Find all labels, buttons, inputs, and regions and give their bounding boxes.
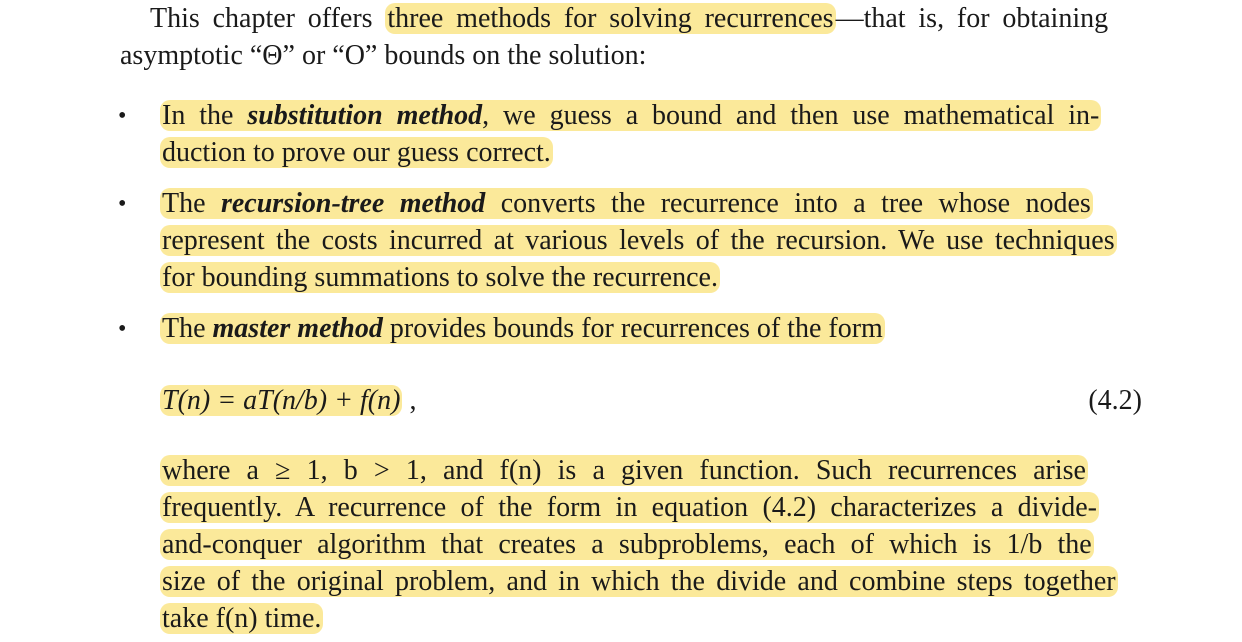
highlight: represent the costs incurred at various … bbox=[160, 225, 1117, 256]
highlight: duction to prove our guess correct. bbox=[160, 137, 553, 168]
master-line-4: and-conquer algorithm that creates a sub… bbox=[160, 528, 1094, 562]
intro-text: This chapter offers bbox=[150, 3, 386, 34]
master-line-1: The master method provides bounds for re… bbox=[160, 312, 885, 346]
recursion-tree-line-1: The recursion-tree method converts the r… bbox=[160, 187, 1093, 221]
substitution-line-1: In the substitution method, we guess a b… bbox=[160, 99, 1102, 133]
term-master-method: master method bbox=[212, 313, 383, 344]
highlight: where a ≥ 1, b > 1, and f(n) is a given … bbox=[160, 455, 1088, 486]
equation-text: T(n) = aT(n/b) + f(n) bbox=[160, 385, 403, 416]
equation-number: (4.2) bbox=[1088, 385, 1142, 416]
term-recursion-tree-method: recursion-tree method bbox=[220, 188, 486, 219]
master-line-5: size of the original problem, and in whi… bbox=[160, 565, 1118, 599]
equation-tail: , bbox=[402, 385, 417, 416]
recursion-tree-line-2: represent the costs incurred at various … bbox=[160, 224, 1117, 258]
bullet-icon: • bbox=[118, 191, 127, 217]
highlight: The master method provides bounds for re… bbox=[160, 313, 885, 344]
master-line-2: where a ≥ 1, b > 1, and f(n) is a given … bbox=[160, 454, 1088, 488]
textbook-page: This chapter offers three methods for so… bbox=[0, 0, 1242, 642]
intro-line-1: This chapter offers three methods for so… bbox=[150, 2, 1108, 36]
master-line-3: frequently. A recurrence of the form in … bbox=[160, 491, 1099, 525]
intro-line-2: asymptotic “Θ” or “O” bounds on the solu… bbox=[120, 40, 647, 71]
highlight: and-conquer algorithm that creates a sub… bbox=[160, 529, 1094, 560]
intro-text: —that is, for obtaining bbox=[835, 3, 1109, 34]
master-line-6: take f(n) time. bbox=[160, 602, 324, 636]
highlight: take f(n) time. bbox=[160, 603, 324, 634]
highlight: size of the original problem, and in whi… bbox=[160, 566, 1118, 597]
bullet-icon: • bbox=[118, 103, 127, 129]
highlight: for bounding summations to solve the rec… bbox=[160, 262, 720, 293]
highlight: frequently. A recurrence of the form in … bbox=[160, 492, 1099, 523]
equation: T(n) = aT(n/b) + f(n) , bbox=[160, 384, 416, 418]
highlight: three methods for solving recurrences bbox=[385, 3, 836, 34]
recursion-tree-line-3: for bounding summations to solve the rec… bbox=[160, 261, 720, 295]
term-substitution-method: substitution method bbox=[247, 100, 483, 131]
highlight: In the substitution method, we guess a b… bbox=[160, 100, 1102, 131]
bullet-icon: • bbox=[118, 316, 127, 342]
highlight: The recursion-tree method converts the r… bbox=[160, 188, 1093, 219]
substitution-line-2: duction to prove our guess correct. bbox=[160, 136, 553, 170]
